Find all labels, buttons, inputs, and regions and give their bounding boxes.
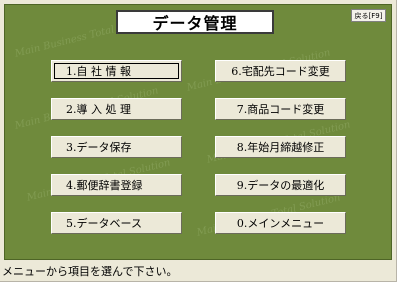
menu-button-setup[interactable]: 2.導 入 処 理 [51,98,182,120]
window-frame: Main Business Total Solution Main Busine… [0,0,397,282]
menu-button-year-month-close-fix[interactable]: 8.年始月締越修正 [215,136,346,158]
menu-button-data-save[interactable]: 3.データ保存 [51,136,182,158]
menu-button-database[interactable]: 5.データベース [51,212,182,234]
screen-title: データ管理 [116,10,274,34]
menu-button-main-menu[interactable]: 0.メインメニュー [215,212,346,234]
status-bar-message: メニューから項目を選んで下さい。 [2,265,178,278]
menu-button-delivery-code-change[interactable]: 6.宅配先コード変更 [215,60,346,82]
menu-button-data-optimize[interactable]: 9.データの最適化 [215,174,346,196]
menu-button-product-code-change[interactable]: 7.商品コード変更 [215,98,346,120]
menu-panel: Main Business Total Solution Main Busine… [4,4,392,260]
back-button[interactable]: 戻る[F9] [351,9,386,22]
menu-button-postal-dictionary[interactable]: 4.郵便辞書登録 [51,174,182,196]
menu-button-company-info[interactable]: 1.自 社 情 報 [51,60,182,82]
